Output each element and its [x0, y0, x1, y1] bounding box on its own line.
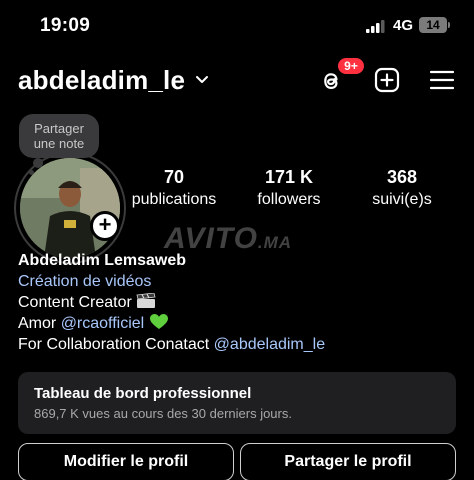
mention-abdeladim[interactable]: @abdeladim_le	[214, 336, 325, 353]
note-line-2: une note	[33, 136, 85, 151]
avatar[interactable]	[20, 158, 120, 258]
bio-line-3-text: For Collaboration Conatact	[18, 336, 210, 353]
avatar-photo	[20, 158, 120, 258]
bio-line-2: Amor @rcaofficiel	[18, 313, 458, 334]
edit-profile-button[interactable]: Modifier le profil	[18, 443, 234, 480]
profile-header: abdeladim_le 9+	[0, 56, 474, 104]
posts-count: 70	[163, 167, 185, 187]
battery-cap	[448, 22, 450, 28]
mention-rcaofficiel[interactable]: @rcaofficiel	[61, 315, 145, 332]
note-bubble-tail-small	[29, 170, 34, 175]
bio-line-1: Content Creator	[18, 292, 458, 313]
professional-dashboard-card[interactable]: Tableau de bord professionnel 869,7 K vu…	[18, 372, 456, 434]
stat-posts[interactable]: 70 publications	[126, 166, 222, 210]
followers-count: 171 K	[264, 167, 314, 187]
username[interactable]: abdeladim_le	[18, 65, 185, 96]
plus-square-icon[interactable]	[374, 67, 400, 93]
green-heart-icon	[150, 314, 169, 329]
battery-icon: 14	[419, 17, 447, 33]
note-bubble-tail	[33, 158, 43, 168]
followers-label: followers	[257, 191, 321, 208]
profile-bio: Abdeladim Lemsaweb Création de vidéos Co…	[18, 250, 458, 355]
profile-category[interactable]: Création de vidéos	[18, 271, 458, 292]
bio-line-3: For Collaboration Conatact @abdeladim_le	[18, 334, 458, 355]
note-line-1: Partager	[34, 121, 84, 136]
following-count: 368	[386, 167, 418, 187]
stat-following[interactable]: 368 suivi(e)s	[356, 166, 448, 210]
dashboard-subtitle: 869,7 K vues au cours des 30 derniers jo…	[34, 406, 292, 421]
menu-icon[interactable]	[430, 69, 454, 91]
posts-label: publications	[131, 191, 217, 208]
display-name: Abdeladim Lemsaweb	[18, 252, 187, 269]
dashboard-title: Tableau de bord professionnel	[34, 385, 252, 402]
bio-line-2-text: Amor	[18, 315, 57, 332]
status-time: 19:09	[40, 15, 91, 36]
chevron-down-icon[interactable]	[194, 74, 210, 86]
stat-followers[interactable]: 171 K followers	[244, 166, 334, 210]
status-bar: 19:09 4G 14	[0, 0, 474, 50]
network-label: 4G	[393, 17, 414, 34]
note-bubble[interactable]: Partager une note	[19, 114, 99, 158]
notification-badge: 9+	[336, 56, 366, 76]
add-story-button[interactable]: +	[90, 211, 120, 241]
following-label: suivi(e)s	[372, 191, 432, 208]
signal-icon	[366, 20, 385, 33]
clapper-board-icon	[136, 293, 156, 308]
bio-line-1-text: Content Creator	[18, 294, 132, 311]
avatar-container[interactable]	[14, 152, 126, 264]
share-profile-button[interactable]: Partager le profil	[240, 443, 456, 480]
